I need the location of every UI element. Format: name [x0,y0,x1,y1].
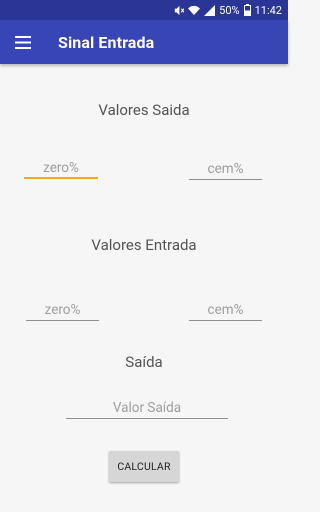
hamburger-menu-icon[interactable] [0,20,46,64]
saida-title: Saída [125,353,163,371]
entrada-zero-input[interactable] [26,301,99,319]
status-bar: 50% 11:42 [0,0,288,20]
valores-saida-title: Valores Saida [98,101,190,119]
saida-cem-input[interactable] [189,160,262,178]
valor-saida-input[interactable] [66,399,228,417]
battery-percent: 50% [219,3,240,17]
entrada-zero-field[interactable] [26,301,99,321]
entrada-cem-field[interactable] [189,301,262,321]
app-title: Sinal Entrada [58,32,155,52]
signal-icon [204,4,216,16]
saida-cem-field[interactable] [189,160,262,180]
status-time: 11:42 [254,3,282,17]
app-bar: Sinal Entrada [0,20,288,64]
valor-saida-field[interactable] [66,399,228,419]
saida-zero-field[interactable] [24,159,98,179]
saida-zero-input[interactable] [24,159,98,177]
wifi-icon [188,5,201,16]
calcular-button[interactable]: CALCULAR [109,451,179,482]
entrada-cem-input[interactable] [189,301,262,319]
battery-icon [243,4,251,16]
valores-entrada-title: Valores Entrada [91,236,197,254]
mute-icon [173,5,185,16]
